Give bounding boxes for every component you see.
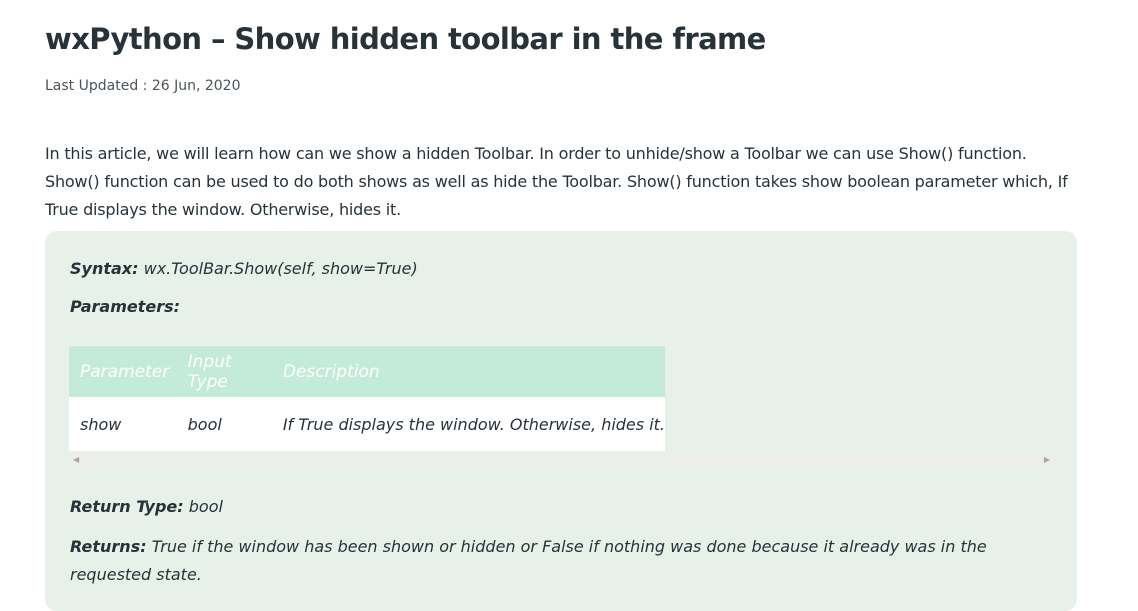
column-header-parameter: Parameter [80, 361, 170, 382]
cell-input-type: bool [187, 414, 222, 434]
syntax-label: Syntax: [70, 259, 139, 278]
return-type-value: bool [188, 497, 223, 516]
page-title: wxPython – Show hidden toolbar in the fr… [45, 22, 766, 56]
parameters-line: Parameters: [70, 297, 180, 316]
parameters-label: Parameters: [70, 297, 181, 316]
return-type-label: Return Type: [70, 497, 184, 516]
returns-label: Returns: [70, 537, 147, 556]
syntax-box: Syntax: wx.ToolBar.Show(self, show=True)… [45, 231, 1077, 611]
scroll-left-arrow-icon[interactable]: ◀ [73, 455, 79, 464]
scroll-right-arrow-icon[interactable]: ▶ [1044, 455, 1050, 464]
parameters-table: Parameter Input Type Description show bo… [69, 346, 665, 451]
cell-description: If True displays the window. Otherwise, … [282, 414, 665, 434]
table-row: show bool If True displays the window. O… [69, 397, 665, 451]
cell-parameter: show [80, 414, 122, 434]
returns-value: True if the window has been shown or hid… [70, 537, 987, 584]
last-updated: Last Updated : 26 Jun, 2020 [45, 78, 241, 94]
syntax-value: wx.ToolBar.Show(self, show=True) [143, 259, 418, 278]
table-horizontal-scrollbar[interactable]: ◀ ▶ [69, 452, 1054, 468]
column-header-description: Description [282, 361, 380, 382]
returns-line: Returns: True if the window has been sho… [70, 533, 1050, 589]
intro-paragraph: In this article, we will learn how can w… [45, 144, 1068, 219]
return-type-line: Return Type: bool [70, 497, 223, 516]
column-header-input-type: Input Type [187, 351, 232, 392]
syntax-line: Syntax: wx.ToolBar.Show(self, show=True) [70, 259, 418, 278]
table-header-row: Parameter Input Type Description [69, 346, 665, 397]
